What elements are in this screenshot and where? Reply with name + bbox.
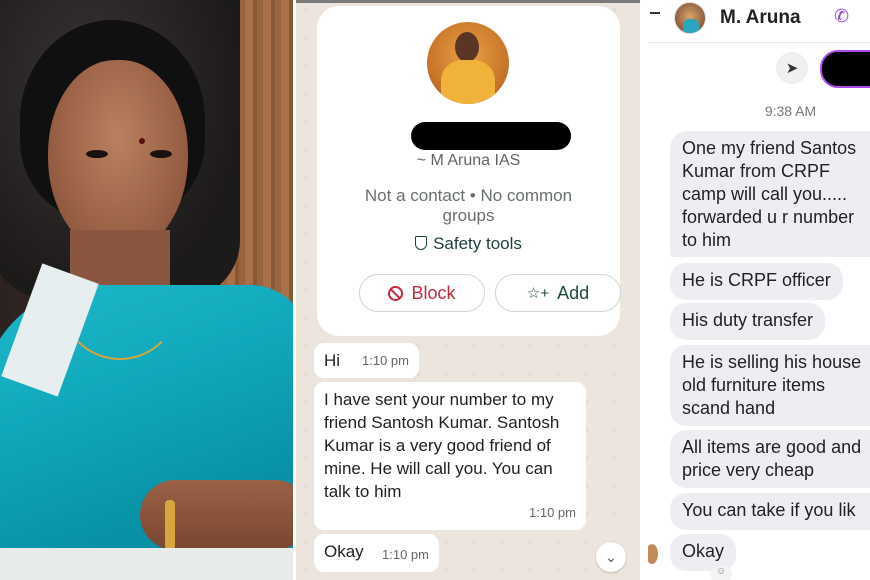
- chevron-double-down-icon[interactable]: ⌄: [596, 542, 626, 572]
- contact-name: M. Aruna: [720, 7, 801, 28]
- block-button-label: Block: [411, 282, 456, 303]
- message-text: I have sent your number to my friend San…: [324, 390, 560, 501]
- desk: [0, 548, 293, 580]
- add-button-label: Add: [557, 282, 590, 303]
- profile-photo: [0, 0, 293, 580]
- face: [48, 60, 188, 255]
- redacted-chip: [820, 50, 870, 88]
- redacted-phone-number: [411, 122, 571, 150]
- message-bubble: Hi 1:10 pm: [314, 343, 419, 378]
- left-eye: [86, 150, 108, 158]
- header-divider: [648, 42, 870, 43]
- avatar-body: [441, 60, 495, 104]
- block-button[interactable]: Block: [359, 274, 485, 312]
- message-bubble: I have sent your number to my friend San…: [314, 382, 586, 530]
- avatar-head: [455, 32, 479, 62]
- arm: [140, 480, 293, 550]
- sms-message-bubble: All items are good and price very cheap: [670, 430, 870, 488]
- avatar-body: [683, 19, 699, 33]
- safety-tools-link[interactable]: Safety tools: [317, 234, 620, 254]
- sms-message-bubble: He is CRPF officer: [670, 263, 843, 300]
- message-time: 1:10 pm: [529, 505, 576, 520]
- necklace: [60, 240, 180, 360]
- contact-card: ~ M Aruna IAS Not a contact • No common …: [317, 6, 621, 336]
- sms-message-bubble: One my friend Santos Kumar from CRPF cam…: [670, 131, 870, 257]
- top-divider: [296, 0, 640, 3]
- contact-info-text: Not a contact • No common groups: [364, 186, 573, 225]
- message-time: 1:10 pm: [382, 547, 429, 562]
- sms-message-bubble: He is selling his house old furniture it…: [670, 345, 870, 426]
- add-person-icon: ☆+: [526, 285, 550, 302]
- bindi: [139, 138, 145, 144]
- shield-icon: [415, 236, 428, 250]
- reaction-icon[interactable]: ☺: [710, 566, 732, 580]
- contact-avatar[interactable]: [427, 22, 509, 104]
- message-text: Okay: [324, 542, 364, 561]
- share-icon[interactable]: ➤: [776, 52, 808, 84]
- message-time: 1:10 pm: [362, 353, 409, 368]
- back-arrow-icon[interactable]: [650, 12, 660, 14]
- whatsapp-chat-screenshot: ~ M Aruna IAS Not a contact • No common …: [296, 0, 640, 580]
- message-bubble: Okay 1:10 pm: [314, 534, 439, 572]
- contact-avatar-small[interactable]: [674, 2, 706, 34]
- sms-chat-screenshot: M. Aruna ✆ ➤ 9:38 AM One my friend Santo…: [648, 0, 870, 580]
- block-icon: [388, 285, 404, 301]
- message-timestamp: 9:38 AM: [764, 103, 817, 119]
- safety-tools-label: Safety tools: [433, 234, 522, 253]
- message-text: Hi: [324, 351, 341, 370]
- right-eye: [150, 150, 172, 158]
- sms-message-bubble: You can take if you lik: [670, 493, 870, 530]
- phone-icon[interactable]: ✆: [834, 6, 849, 27]
- sms-message-bubble: His duty transfer: [670, 303, 826, 340]
- profile-subname: ~ M Aruna IAS: [416, 152, 521, 169]
- sender-avatar-mini: [648, 544, 658, 564]
- add-contact-button[interactable]: ☆+ Add: [495, 274, 621, 312]
- bangle: [165, 500, 175, 550]
